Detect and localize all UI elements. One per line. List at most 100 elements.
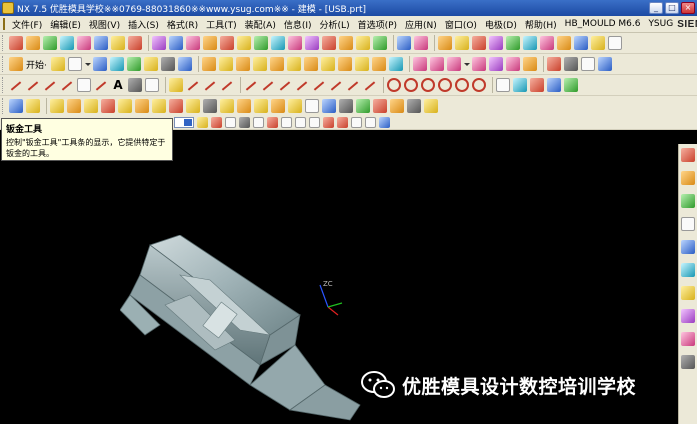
intersect-icon[interactable] xyxy=(446,57,461,71)
menu-preferences[interactable]: 首选项(P) xyxy=(354,18,401,31)
curve-tool-icon[interactable] xyxy=(145,78,159,92)
curve-edit-icon[interactable] xyxy=(346,78,360,92)
edit-tool-icon[interactable] xyxy=(237,36,251,50)
curve-edit-icon[interactable] xyxy=(329,78,343,92)
color-icon[interactable] xyxy=(546,57,561,71)
sheet-metal-icon[interactable] xyxy=(67,99,81,113)
snap-point-icon[interactable] xyxy=(239,117,250,128)
helix-icon[interactable] xyxy=(94,78,108,92)
edit-tool-icon[interactable] xyxy=(186,36,200,50)
reuse-library-icon[interactable] xyxy=(681,194,695,208)
mold-tool-icon[interactable] xyxy=(574,36,588,50)
line-icon[interactable] xyxy=(9,78,23,92)
new-file-icon[interactable] xyxy=(67,57,82,71)
extrude-icon[interactable] xyxy=(92,57,107,71)
scale-icon[interactable] xyxy=(320,57,335,71)
move-face-icon[interactable] xyxy=(488,57,503,71)
menu-assembly[interactable]: 装配(A) xyxy=(241,18,280,31)
sheet-metal-icon[interactable] xyxy=(407,99,421,113)
menu-electrode[interactable]: 电极(D) xyxy=(481,18,521,31)
frame-icon[interactable] xyxy=(580,57,595,71)
snap-point-icon[interactable] xyxy=(365,117,376,128)
history-icon[interactable] xyxy=(681,263,695,277)
system-scenes-icon[interactable] xyxy=(681,355,695,369)
boss-icon[interactable] xyxy=(143,57,158,71)
blend-icon[interactable] xyxy=(201,57,216,71)
edit-tool-icon[interactable] xyxy=(373,36,387,50)
offset-curve-icon[interactable] xyxy=(169,78,183,92)
rectangle-icon[interactable] xyxy=(77,78,91,92)
unite-icon[interactable] xyxy=(412,57,427,71)
curve-edit-icon[interactable] xyxy=(244,78,258,92)
minimize-icon[interactable]: _ xyxy=(649,2,663,14)
mold-tool-icon[interactable] xyxy=(523,36,537,50)
text-icon[interactable]: A xyxy=(111,78,125,92)
edit-tool-icon[interactable] xyxy=(220,36,234,50)
offset-face-icon[interactable] xyxy=(303,57,318,71)
edit-tool-icon[interactable] xyxy=(152,36,166,50)
split-body-icon[interactable] xyxy=(286,57,301,71)
edit-tool-icon[interactable] xyxy=(356,36,370,50)
menu-format[interactable]: 格式(R) xyxy=(163,18,202,31)
pattern-icon[interactable] xyxy=(388,57,403,71)
sheet-metal-icon[interactable] xyxy=(135,99,149,113)
snap-point-icon[interactable] xyxy=(267,117,278,128)
curve-edit-icon[interactable] xyxy=(278,78,292,92)
feature-tool-icon[interactable] xyxy=(111,36,125,50)
hole-icon[interactable] xyxy=(126,57,141,71)
snap-point-icon[interactable] xyxy=(351,117,362,128)
chevron-down-icon[interactable] xyxy=(463,57,470,71)
sheet-metal-icon[interactable] xyxy=(169,99,183,113)
spline-icon[interactable] xyxy=(43,78,57,92)
revolve-icon[interactable] xyxy=(109,57,124,71)
circle-icon[interactable] xyxy=(455,78,469,92)
snap-point-icon[interactable] xyxy=(323,117,334,128)
resize-face-icon[interactable] xyxy=(522,57,537,71)
mold-tool-icon[interactable] xyxy=(608,36,622,50)
curve-tool-icon[interactable] xyxy=(128,78,142,92)
arc-icon[interactable] xyxy=(26,78,40,92)
feature-tool-icon[interactable] xyxy=(9,36,23,50)
sheet-metal-icon[interactable] xyxy=(305,99,319,113)
snap-point-icon[interactable] xyxy=(197,117,208,128)
sheet-metal-icon[interactable] xyxy=(203,99,217,113)
feature-tool-icon[interactable] xyxy=(94,36,108,50)
feature-tool-icon[interactable] xyxy=(128,36,142,50)
document-icon[interactable] xyxy=(3,18,5,30)
nx-app-icon[interactable] xyxy=(2,2,14,14)
sheet-metal-icon[interactable] xyxy=(254,99,268,113)
sync-tool-icon[interactable] xyxy=(397,36,411,50)
sheet-metal-icon[interactable] xyxy=(339,99,353,113)
delete-face-icon[interactable] xyxy=(505,57,520,71)
display-tool-icon[interactable] xyxy=(496,78,510,92)
menu-insert[interactable]: 插入(S) xyxy=(124,18,163,31)
snap-point-icon[interactable] xyxy=(225,117,236,128)
part-navigator-icon[interactable] xyxy=(681,171,695,185)
snap-point-icon[interactable] xyxy=(211,117,222,128)
edit-tool-icon[interactable] xyxy=(288,36,302,50)
edit-tool-icon[interactable] xyxy=(169,36,183,50)
sheet-metal-icon[interactable] xyxy=(9,99,23,113)
draft-icon[interactable] xyxy=(252,57,267,71)
trim-body-icon[interactable] xyxy=(269,57,284,71)
toolbar-grip[interactable] xyxy=(2,35,5,51)
chevron-down-icon[interactable] xyxy=(84,57,91,71)
curve-edit-icon[interactable] xyxy=(295,78,309,92)
sheet-metal-icon[interactable] xyxy=(390,99,404,113)
polyline-icon[interactable] xyxy=(60,78,74,92)
menu-ysug[interactable]: YSUG xyxy=(644,19,677,29)
circle-icon[interactable] xyxy=(438,78,452,92)
start-menu-button[interactable]: 开始· xyxy=(26,58,47,71)
cylinder-icon[interactable] xyxy=(177,57,192,71)
sheet-metal-icon[interactable] xyxy=(186,99,200,113)
start-icon[interactable] xyxy=(9,57,23,71)
feature-tool-icon[interactable] xyxy=(60,36,74,50)
thicken-icon[interactable] xyxy=(337,57,352,71)
sheet-metal-icon[interactable] xyxy=(356,99,370,113)
sheet-metal-icon[interactable] xyxy=(288,99,302,113)
snap-point-icon[interactable] xyxy=(281,117,292,128)
menu-information[interactable]: 信息(I) xyxy=(280,18,316,31)
edit-tool-icon[interactable] xyxy=(339,36,353,50)
feature-tool-icon[interactable] xyxy=(43,36,57,50)
assembly-navigator-icon[interactable] xyxy=(681,148,695,162)
